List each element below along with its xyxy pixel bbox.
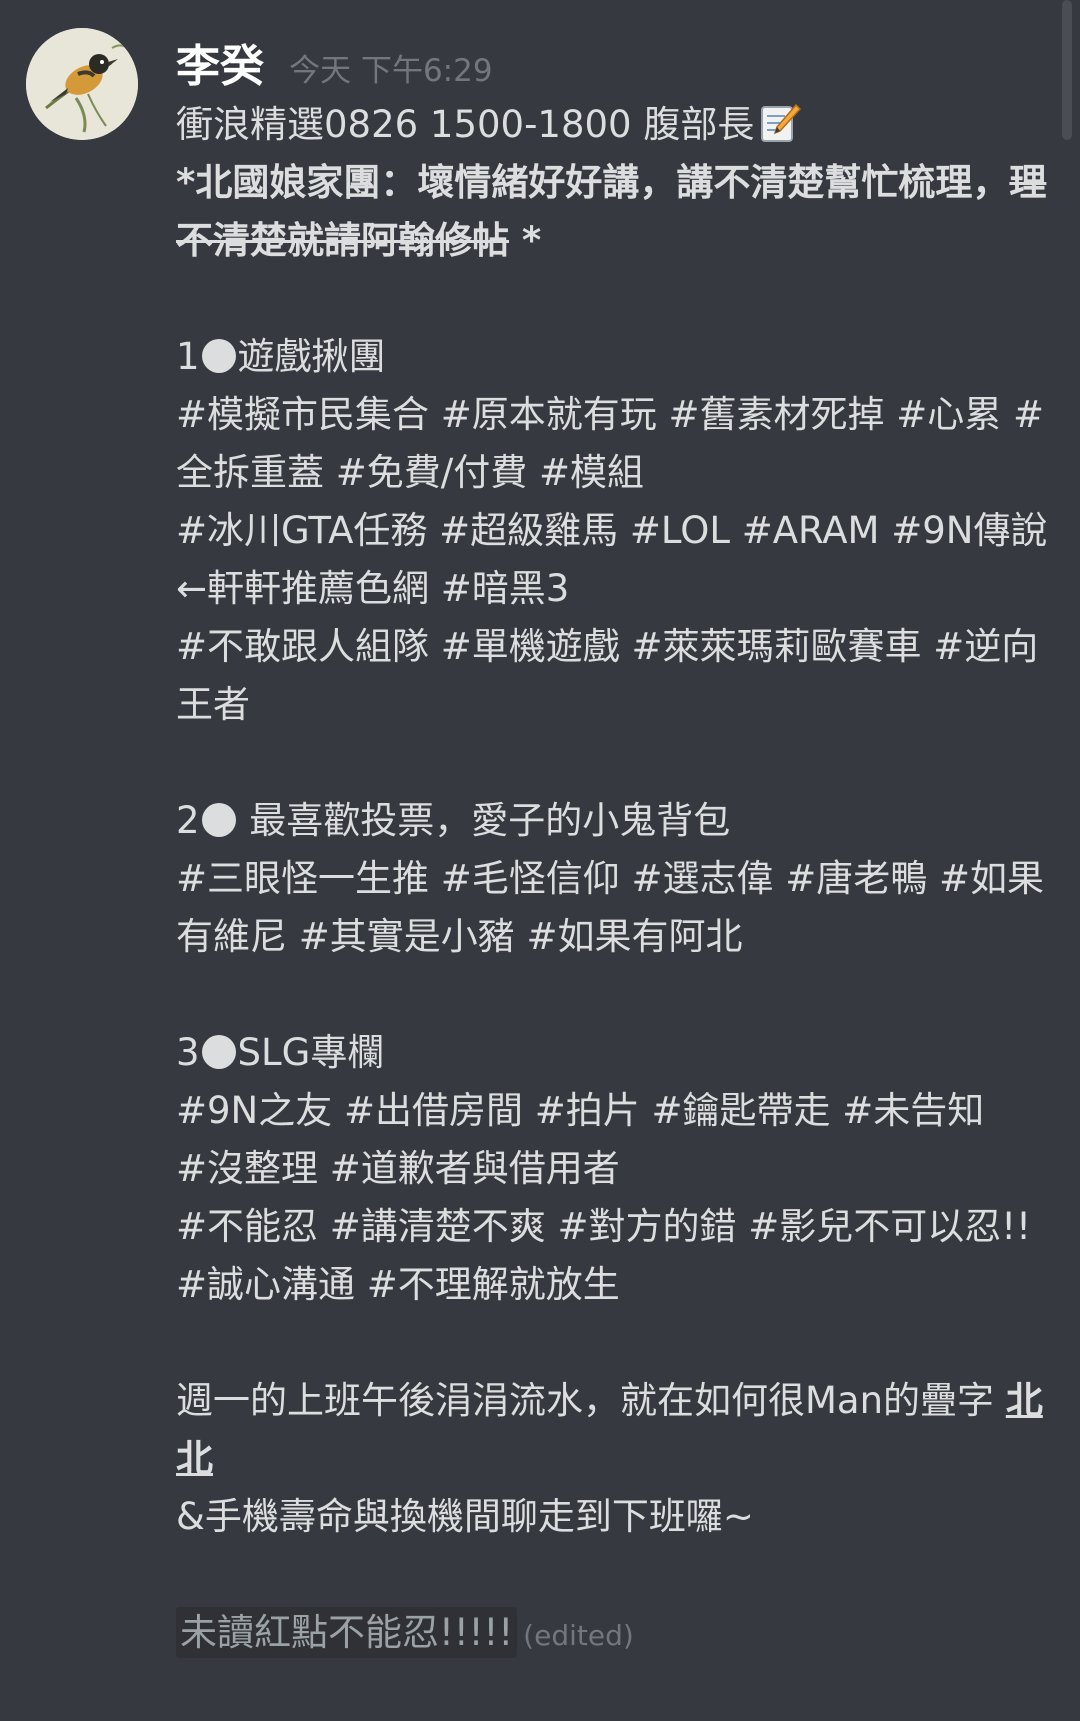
final-message: 未讀紅點不能忍!!!!! xyxy=(176,1607,518,1658)
section-2-title: 最喜歡投票，愛子的小鬼背包 xyxy=(237,799,731,842)
message-title: 衝浪精選0826 1500-1800 腹部長 xyxy=(176,103,755,146)
message-content: 衝浪精選0826 1500-1800 腹部長 *北國娘家團：壞情緒好好講，講不清… xyxy=(176,96,1056,1665)
avatar[interactable] xyxy=(26,28,138,140)
section-2-heading: 2 最喜歡投票，愛子的小鬼背包 xyxy=(176,792,1056,850)
outro-line-2: &手機壽命與換機間聊走到下班囉~ xyxy=(176,1495,754,1538)
timestamp: 今天 下午6:29 xyxy=(289,53,493,89)
section-1-number: 1 xyxy=(176,335,200,378)
black-circle-bullet-icon xyxy=(201,1035,236,1069)
message-header: 李癸 今天 下午6:29 xyxy=(176,30,493,100)
message-subtitle: *北國娘家團：壞情緒好好講，講不清楚幫忙梳理，理不清楚就請阿翰修帖 * xyxy=(176,154,1056,270)
section-3-tags-2: #沒整理 #道歉者與借用者 xyxy=(176,1147,620,1190)
section-1-tags-2: #冰川GTA任務 #超級雞馬 #LOL #ARAM #9N傳說 ←軒軒推薦色網 … xyxy=(176,509,1048,610)
memo-emoji-icon xyxy=(761,103,802,142)
section-1-heading: 1 遊戲揪團 xyxy=(176,328,1056,386)
edited-label: (edited) xyxy=(523,1619,634,1652)
section-2-tags: #三眼怪一生推 #毛怪信仰 #選志偉 #唐老鴨 #如果有維尼 #其實是小豬 #如… xyxy=(176,857,1045,958)
final-line: 未讀紅點不能忍!!!!! (edited) xyxy=(176,1604,1056,1665)
black-circle-bullet-icon xyxy=(201,803,236,837)
section-3-heading: 3 SLG專欄 xyxy=(176,1024,1056,1082)
username[interactable]: 李癸 xyxy=(176,41,264,92)
outro-line: 週一的上班午後涓涓流水，就在如何很Man的疊字 北北 xyxy=(176,1372,1056,1488)
black-circle-bullet-icon xyxy=(201,339,236,373)
outro-text: 週一的上班午後涓涓流水，就在如何很Man的疊字 xyxy=(176,1379,1006,1422)
subtitle-bold-text: *北國娘家團：壞情緒好好講，講不清楚幫忙梳理， xyxy=(176,161,1010,204)
section-1-tags: #模擬市民集合 #原本就有玩 #舊素材死掉 #心累 #全拆重蓋 #免費/付費 #… xyxy=(176,393,1045,494)
section-3-number: 3 xyxy=(176,1031,200,1074)
section-3-title: SLG專欄 xyxy=(237,1031,385,1074)
section-1-tags-3: #不敢跟人組隊 #單機遊戲 #萊萊瑪莉歐賽車 #逆向王者 xyxy=(176,625,1039,726)
message-title-line: 衝浪精選0826 1500-1800 腹部長 xyxy=(176,96,1056,154)
scrollbar[interactable] xyxy=(1062,0,1072,140)
bird-avatar-icon xyxy=(26,28,138,140)
section-1-title: 遊戲揪團 xyxy=(237,335,386,378)
section-3-tags: #9N之友 #出借房間 #拍片 #鑰匙帶走 #未告知 xyxy=(176,1089,985,1132)
section-2-number: 2 xyxy=(176,799,200,842)
section-3-tags-3: #不能忍 #講清楚不爽 #對方的錯 #影兒不可以忍!! #誠心溝通 #不理解就放… xyxy=(176,1205,1031,1306)
subtitle-tail-text: * xyxy=(509,219,542,262)
